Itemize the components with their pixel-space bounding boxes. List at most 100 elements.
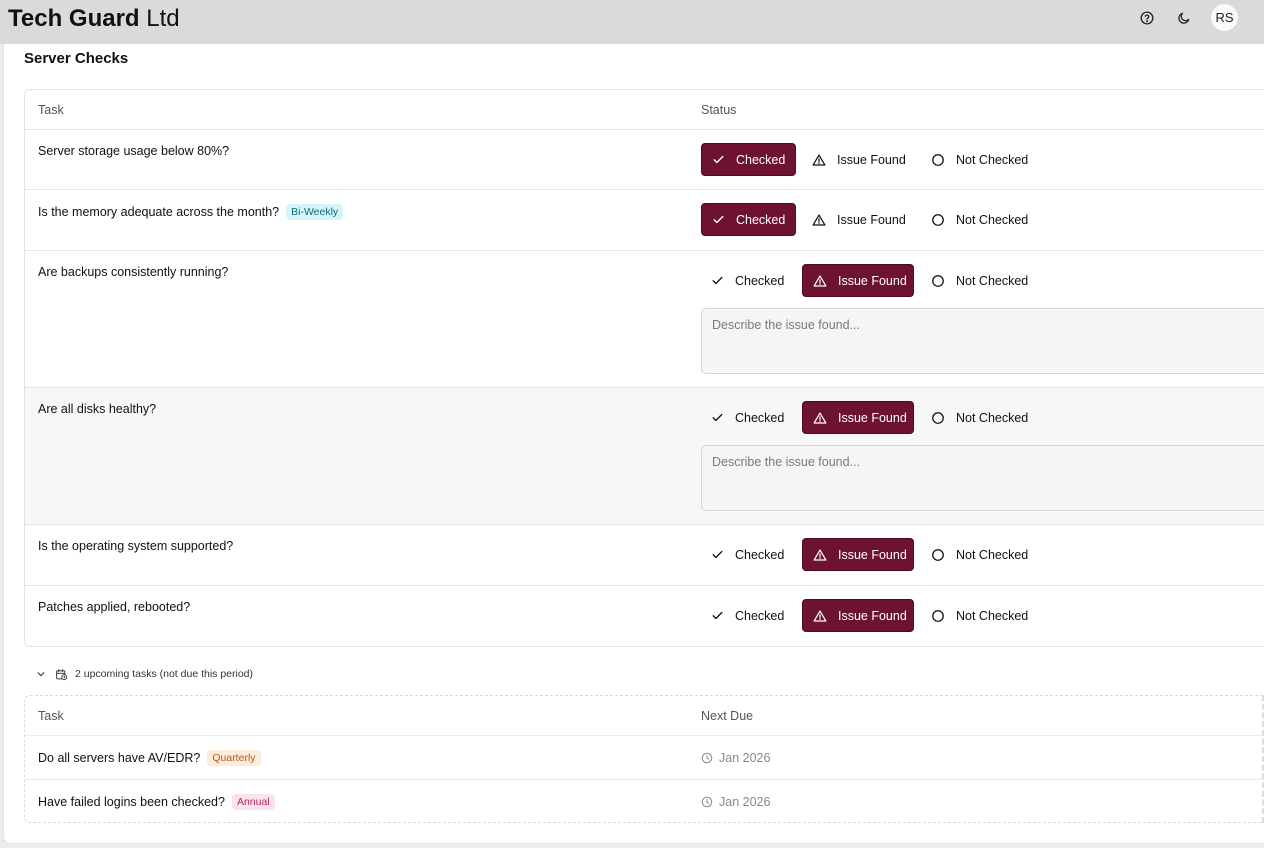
check-icon xyxy=(712,611,723,620)
next-due-cell: Jan 2026 xyxy=(701,795,770,809)
moon-icon xyxy=(1178,12,1190,24)
task-cell: Server storage usage below 80%? xyxy=(38,144,229,158)
clock-icon xyxy=(701,752,713,764)
task-cell: Are backups consistently running? xyxy=(38,265,228,279)
check-icon xyxy=(712,413,723,422)
frequency-badge: Annual xyxy=(231,794,275,810)
task-cell: Is the operating system supported? xyxy=(38,539,233,553)
task-cell: Are all disks healthy? xyxy=(38,402,156,416)
column-header-next-due: Next Due xyxy=(701,709,754,723)
status-issue-found-button[interactable]: Issue Found xyxy=(802,401,914,434)
status-checked-label: Checked xyxy=(736,152,786,167)
brand-suffix: Ltd xyxy=(146,5,180,32)
status-issue-found-button[interactable]: Issue Found xyxy=(802,538,914,571)
status-issue-found-label: Issue Found xyxy=(837,212,906,227)
status-not-checked-button[interactable]: Not Checked xyxy=(921,599,1041,632)
table-header-row: Task Status xyxy=(25,90,1264,130)
status-issue-found-button[interactable]: Issue Found xyxy=(802,203,914,236)
help-button[interactable] xyxy=(1137,8,1157,28)
next-due-label: Jan 2026 xyxy=(719,751,771,765)
table-header-row: Task Next Due xyxy=(25,696,1262,736)
help-circle-icon xyxy=(1140,11,1154,25)
frequency-badge: Quarterly xyxy=(207,750,261,766)
brand-name: Tech Guard xyxy=(8,5,140,32)
status-issue-found-label: Issue Found xyxy=(838,547,907,562)
check-icon xyxy=(712,550,723,559)
status-issue-found-label: Issue Found xyxy=(838,410,907,425)
task-cell: Is the memory adequate across the month?… xyxy=(38,204,344,220)
server-checks-table: Task Status Server storage usage below 8… xyxy=(24,89,1264,647)
table-row: Is the operating system supported? Checke… xyxy=(25,525,1264,586)
status-not-checked-label: Not Checked xyxy=(956,547,1029,562)
column-header-task: Task xyxy=(38,103,64,117)
check-icon xyxy=(713,215,724,224)
top-bar: Tech Guard Ltd RS xyxy=(0,0,1264,44)
upcoming-tasks-toggle[interactable]: 2 upcoming tasks (not due this period) xyxy=(36,664,253,684)
status-options: Checked Issue Found Not Checked xyxy=(701,264,1061,297)
next-due-cell: Jan 2026 xyxy=(701,751,770,765)
status-not-checked-button[interactable]: Not Checked xyxy=(921,264,1041,297)
task-cell: Patches applied, rebooted? xyxy=(38,600,190,614)
status-checked-label: Checked xyxy=(735,273,785,288)
circle-icon xyxy=(932,213,944,226)
status-checked-button[interactable]: Checked xyxy=(701,599,796,632)
status-not-checked-label: Not Checked xyxy=(956,410,1029,425)
task-cell: Have failed logins been checked? Annual xyxy=(38,794,275,810)
status-checked-label: Checked xyxy=(735,547,785,562)
next-due-label: Jan 2026 xyxy=(719,795,771,809)
status-options: Checked Issue Found Not Checked xyxy=(701,538,1061,571)
status-checked-button[interactable]: Checked xyxy=(701,203,796,236)
table-row: Are backups consistently running? Checked… xyxy=(25,251,1264,388)
status-issue-found-button[interactable]: Issue Found xyxy=(802,264,914,297)
theme-toggle-button[interactable] xyxy=(1174,8,1194,28)
status-issue-found-button[interactable]: Issue Found xyxy=(802,599,914,632)
status-checked-button[interactable]: Checked xyxy=(701,143,796,176)
status-issue-found-button[interactable]: Issue Found xyxy=(802,143,914,176)
status-not-checked-button[interactable]: Not Checked xyxy=(921,143,1041,176)
table-row: Are all disks healthy? Checked Issue Found… xyxy=(25,388,1264,525)
warning-triangle-icon xyxy=(812,213,826,226)
status-checked-label: Checked xyxy=(736,212,786,227)
status-not-checked-label: Not Checked xyxy=(956,273,1029,288)
status-options: Checked Issue Found Not Checked xyxy=(701,401,1061,434)
check-icon xyxy=(713,155,724,164)
task-label: Server storage usage below 80%? xyxy=(38,144,230,158)
frequency-badge: Bi-Weekly xyxy=(286,204,344,220)
status-not-checked-button[interactable]: Not Checked xyxy=(921,203,1041,236)
status-issue-found-label: Issue Found xyxy=(837,152,906,167)
issue-description-input[interactable] xyxy=(701,308,1264,374)
chevron-down-icon xyxy=(37,672,45,677)
warning-triangle-icon xyxy=(813,548,827,561)
task-label: Do all servers have AV/EDR? xyxy=(38,751,201,765)
status-checked-button[interactable]: Checked xyxy=(701,538,796,571)
status-options: Checked Issue Found Not Checked xyxy=(701,599,1061,632)
warning-triangle-icon xyxy=(812,153,826,166)
column-header-task: Task xyxy=(38,709,64,723)
task-label: Is the operating system supported? xyxy=(38,539,234,553)
task-label: Patches applied, rebooted? xyxy=(38,600,191,614)
circle-icon xyxy=(932,274,944,287)
table-row: Server storage usage below 80%? Checked Is… xyxy=(25,130,1264,190)
user-avatar[interactable]: RS xyxy=(1211,4,1238,31)
status-not-checked-button[interactable]: Not Checked xyxy=(921,538,1041,571)
table-row: Patches applied, rebooted? Checked Issue F… xyxy=(25,586,1264,646)
circle-icon xyxy=(932,548,944,561)
circle-icon xyxy=(932,411,944,424)
clock-icon xyxy=(701,796,713,808)
brand-logo: Tech Guard Ltd xyxy=(8,5,180,33)
status-checked-button[interactable]: Checked xyxy=(701,401,796,434)
task-label: Is the memory adequate across the month? xyxy=(38,205,280,219)
task-label: Have failed logins been checked? xyxy=(38,795,225,809)
circle-icon xyxy=(932,153,944,166)
status-issue-found-label: Issue Found xyxy=(838,273,907,288)
table-row: Is the memory adequate across the month?… xyxy=(25,190,1264,251)
status-not-checked-button[interactable]: Not Checked xyxy=(921,401,1041,434)
status-checked-label: Checked xyxy=(735,608,785,623)
check-icon xyxy=(712,276,723,285)
task-label: Are all disks healthy? xyxy=(38,402,157,416)
table-row: Have failed logins been checked? Annual Ja… xyxy=(25,780,1262,822)
upcoming-tasks-summary: 2 upcoming tasks (not due this period) xyxy=(75,668,254,680)
status-checked-button[interactable]: Checked xyxy=(701,264,796,297)
issue-description-input[interactable] xyxy=(701,445,1264,511)
table-row: Do all servers have AV/EDR? Quarterly Jan … xyxy=(25,736,1262,780)
